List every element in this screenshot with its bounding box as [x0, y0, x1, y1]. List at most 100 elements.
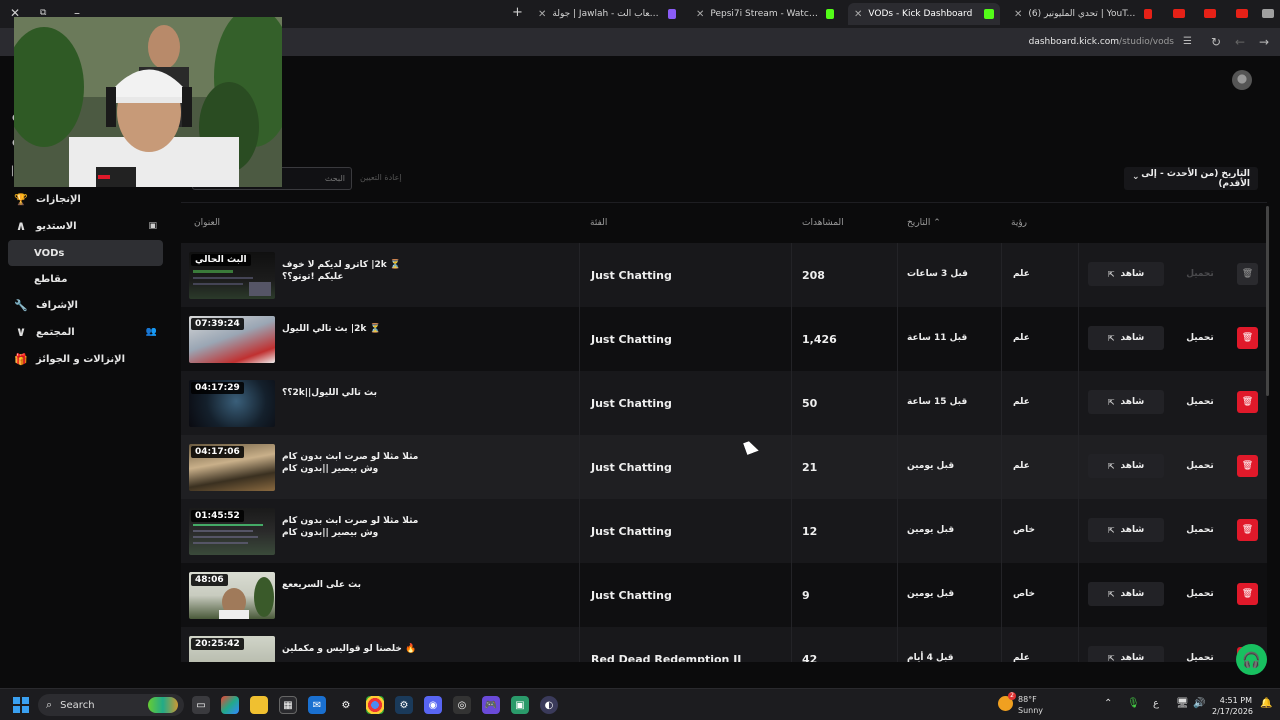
file-explorer-icon[interactable] [250, 696, 268, 714]
steam-icon[interactable]: ⚙ [395, 696, 413, 714]
sidebar-item-achievements[interactable]: 🏆 الإنجازات [8, 186, 163, 212]
header-date[interactable]: التاريخ ⌃ [907, 218, 941, 228]
store-icon[interactable]: ▦ [279, 696, 297, 714]
reader-mode-icon[interactable]: ☰ [1183, 36, 1192, 47]
back-icon[interactable]: → [1259, 35, 1269, 49]
table-row[interactable]: 01:45:52 مثلا مثلا لو صرت ابث بدون كام و… [181, 499, 1267, 563]
youtube-tab-icon[interactable] [1236, 9, 1248, 18]
vod-thumbnail[interactable]: 04:17:06 [189, 444, 275, 491]
url-field[interactable]: dashboard.kick.com/studio/vods [1029, 37, 1174, 47]
download-button[interactable]: تحميل [1171, 262, 1229, 286]
reload-icon[interactable]: ↻ [1211, 35, 1221, 49]
windows-start-icon[interactable] [12, 696, 30, 714]
close-tab-icon[interactable]: ✕ [538, 9, 546, 20]
tray-chevron-up-icon[interactable]: ⌃ [1104, 698, 1112, 709]
vod-thumbnail[interactable]: 07:39:24 [189, 316, 275, 363]
tab-youtube[interactable]: ✕ (6) تحدي المليونير | YouTube - ...e [1008, 3, 1158, 25]
sidebar-item-community[interactable]: ∨ المجتمع 👥 [8, 319, 163, 345]
mail-icon[interactable]: ✉ [308, 696, 326, 714]
tab-jawlah[interactable]: ✕ جولة | Jawlah - منصة الألعاب الت [532, 3, 682, 25]
reset-filters-button[interactable]: إعادة التعيين [360, 173, 402, 182]
copilot-icon[interactable] [221, 696, 239, 714]
table-row[interactable]: 04:17:06 مثلا مثلا لو صرت ابث بدون كام و… [181, 435, 1267, 499]
task-view-icon[interactable]: ▭ [192, 696, 210, 714]
taskbar-clock[interactable]: 4:51 PM 2/17/2026 [1212, 695, 1253, 717]
table-row[interactable]: 04:17:29 بث تالي الليول||2k؟؟ Just Chatt… [181, 371, 1267, 435]
download-button[interactable]: تحميل [1171, 582, 1229, 606]
table-row[interactable]: 07:39:24 ⏳ 2k| بث تالي الليول Just Chatt… [181, 307, 1267, 371]
download-button[interactable]: تحميل [1171, 518, 1229, 542]
external-link-icon: ⇱ [1107, 269, 1115, 279]
sort-dropdown[interactable]: ⌄ التاريخ (من الأحدث - إلى الأقدم) [1124, 167, 1258, 190]
download-button[interactable]: تحميل [1171, 326, 1229, 350]
sidebar-item-clips[interactable]: مقاطع [8, 266, 163, 292]
network-icon[interactable]: 🖥 [1176, 698, 1189, 709]
weather-widget[interactable]: 2 88°F Sunny [998, 692, 1043, 716]
app-icon[interactable]: ▣ [511, 696, 529, 714]
chrome-icon[interactable] [366, 696, 384, 714]
close-tab-icon[interactable]: ✕ [854, 9, 862, 20]
settings-gear-icon[interactable]: ⚙ [337, 696, 355, 714]
watch-button[interactable]: ⇱ شاهد [1088, 390, 1164, 414]
app-circle-icon[interactable]: ◐ [540, 696, 558, 714]
microphone-icon[interactable]: 🎙 [1127, 698, 1140, 709]
youtube-tab-icon[interactable] [1204, 9, 1216, 18]
watch-button[interactable]: ⇱ شاهد [1088, 454, 1164, 478]
watch-button[interactable]: ⇱ شاهد [1088, 518, 1164, 542]
language-indicator[interactable]: ع [1153, 698, 1159, 709]
watch-button[interactable]: ⇱ شاهد [1088, 262, 1164, 286]
trash-icon[interactable]: 🗑 [1237, 263, 1258, 285]
game-controller-icon[interactable]: 🎮 [482, 696, 500, 714]
vod-thumbnail[interactable]: البث الحالي [189, 252, 275, 299]
close-tab-icon[interactable]: ✕ [696, 9, 704, 20]
trash-icon[interactable]: 🗑 [1237, 391, 1258, 413]
vod-thumbnail[interactable]: 48:06 [189, 572, 275, 619]
chevron-down-icon: ⌄ [1132, 172, 1140, 182]
table-scrollbar[interactable] [1266, 206, 1269, 396]
trash-icon[interactable]: 🗑 [1237, 583, 1258, 605]
tab-vods-dashboard[interactable]: ✕ VODs - Kick Dashboard [848, 3, 1000, 25]
youtube-tab-icon[interactable] [1173, 9, 1185, 18]
table-row[interactable]: 48:06 بث على السريععع Just Chatting 9 قب… [181, 563, 1267, 627]
trash-icon[interactable]: 🗑 [1237, 519, 1258, 541]
vod-title: مثلا مثلا لو صرت ابث بدون كام وش بيصير |… [282, 452, 419, 474]
header-views[interactable]: المشاهدات [802, 218, 844, 228]
watch-button[interactable]: ⇱ شاهد [1088, 326, 1164, 350]
chevron-down-icon: ∨ [15, 324, 27, 340]
vod-thumbnail[interactable]: 01:45:52 [189, 508, 275, 555]
trash-icon[interactable]: 🗑 [1237, 327, 1258, 349]
sidebar-item-vods[interactable]: VODs [8, 240, 163, 266]
download-button[interactable]: تحميل [1171, 390, 1229, 414]
tab-pepsi7i-stream[interactable]: ✕ Pepsi7i Stream - Watch Live on [690, 3, 840, 25]
trash-icon[interactable]: 🗑 [1237, 455, 1258, 477]
vod-title: ⏳ 2k| بث تالي الليول [282, 324, 381, 334]
vod-thumbnail[interactable]: 20:25:42 [189, 636, 275, 662]
close-tab-icon[interactable]: ✕ [1014, 9, 1022, 20]
vod-thumbnail[interactable]: 04:17:29 [189, 380, 275, 427]
obs-icon[interactable]: ◎ [453, 696, 471, 714]
new-tab-button[interactable]: + [512, 5, 523, 20]
vod-views: 208 [802, 269, 825, 282]
watch-button[interactable]: ⇱ شاهد [1088, 646, 1164, 662]
download-button[interactable]: تحميل [1171, 646, 1229, 662]
tab-overflow-icon[interactable] [1262, 9, 1274, 18]
vod-category: Just Chatting [591, 525, 672, 538]
support-chat-button[interactable]: 🎧 [1236, 644, 1267, 675]
user-avatar[interactable] [1232, 70, 1252, 90]
download-button[interactable]: تحميل [1171, 454, 1229, 478]
sidebar-item-studio[interactable]: ∧ الاستديو ▣ [8, 213, 163, 239]
discord-icon[interactable]: ◉ [424, 696, 442, 714]
volume-icon[interactable]: 🔊 [1193, 698, 1205, 709]
sidebar-item-moderation[interactable]: 🔧 الإشراف [8, 292, 163, 318]
table-row[interactable]: البث الحالي ⏳ 2k| كاترو لديكم لا خوف علي… [181, 243, 1267, 307]
watch-button[interactable]: ⇱ شاهد [1088, 582, 1164, 606]
weather-badge: 2 [1008, 692, 1016, 700]
forward-icon[interactable]: ← [1235, 35, 1245, 49]
notification-icon[interactable]: 🔔 [1260, 698, 1272, 709]
duration-badge: 07:39:24 [191, 318, 244, 330]
table-row[interactable]: 20:25:42 🔥 خلصنا لو قواليس و مكملين Red … [181, 627, 1267, 662]
sidebar-item-drops-rewards[interactable]: 🎁 الإنزالات و الجوائز [8, 346, 163, 372]
headset-icon: 🎧 [1242, 650, 1261, 669]
taskbar-search-box[interactable]: ⌕ Search [38, 694, 184, 716]
webcam-feed-image [14, 17, 282, 187]
